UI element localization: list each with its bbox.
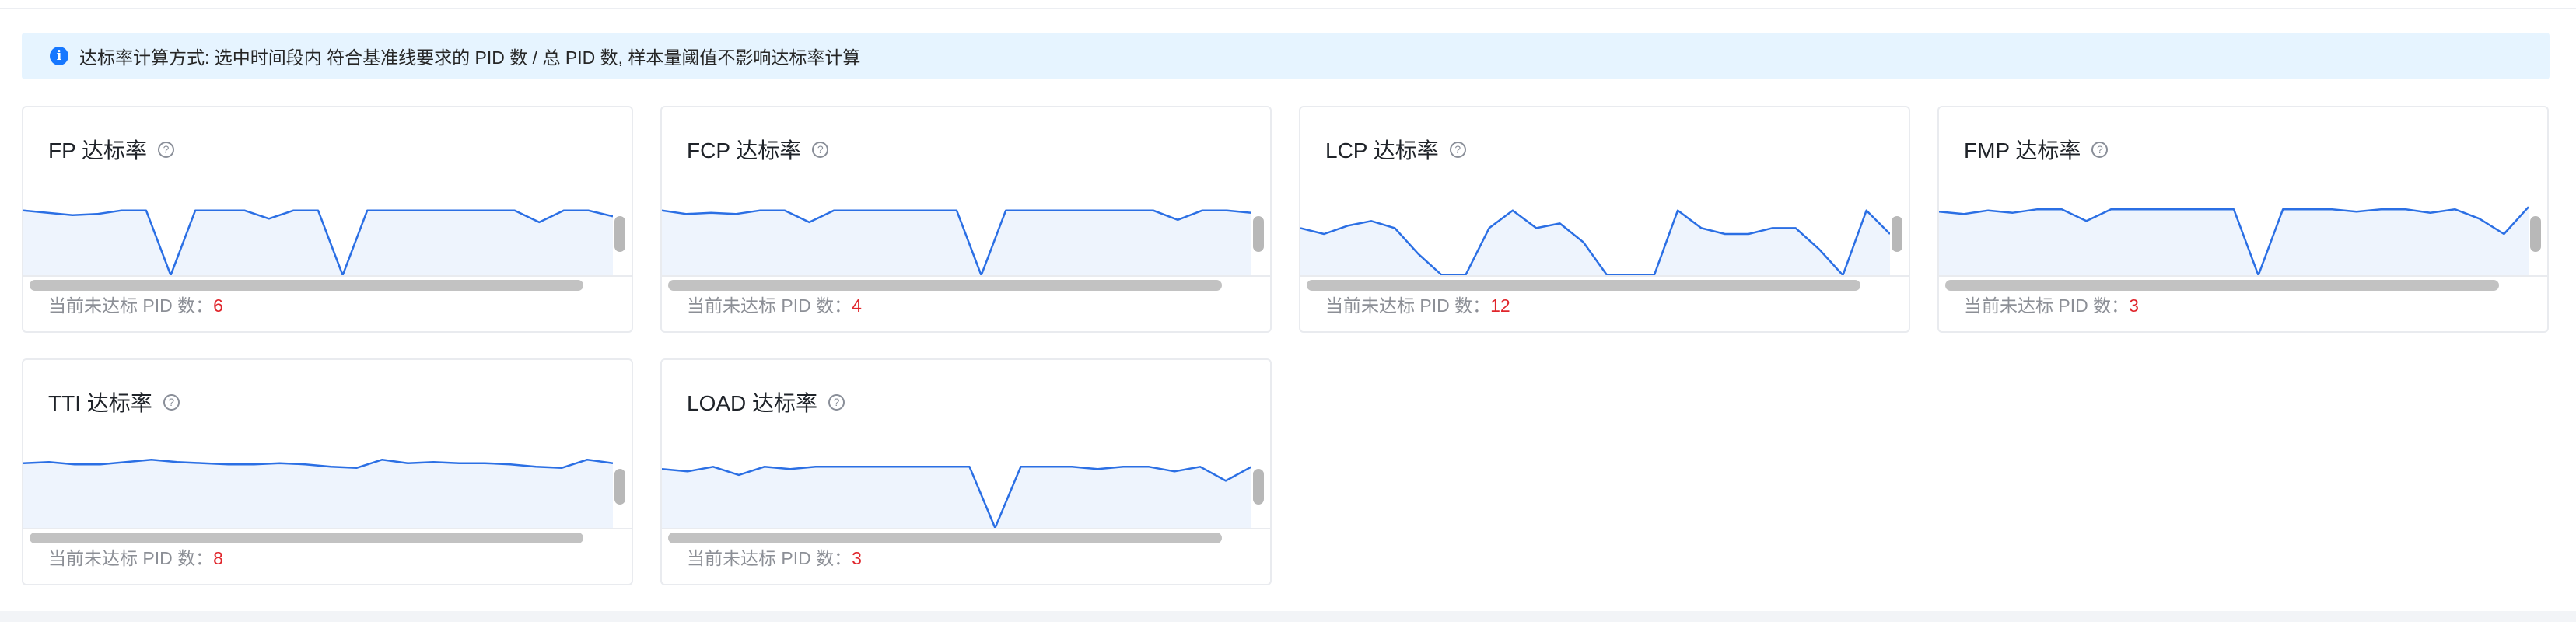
sparkline-area (662, 210, 1251, 275)
card-footer: 当前未达标 PID 数：4 (687, 291, 862, 317)
vertical-scrollbar[interactable] (2530, 216, 2541, 252)
info-banner: i 达标率计算方式: 选中时间段内 符合基准线要求的 PID 数 / 总 PID… (22, 33, 2550, 79)
card-title: FP 达标率 ? (48, 134, 175, 165)
card-title: LOAD 达标率 ? (687, 386, 845, 418)
unmet-pid-count: 6 (213, 295, 223, 316)
sparkline-area (23, 210, 613, 275)
vertical-scrollbar[interactable] (1253, 469, 1264, 505)
sparkline-area (23, 460, 613, 528)
metric-card-load: LOAD 达标率 ? 当前未达标 PID 数：3 (660, 358, 1272, 585)
card-title-text: LCP 达标率 (1325, 138, 1439, 162)
help-icon[interactable]: ? (158, 141, 175, 158)
vertical-scrollbar[interactable] (614, 216, 625, 252)
footer-label: 当前未达标 PID 数： (687, 295, 852, 316)
help-icon[interactable]: ? (812, 141, 829, 158)
card-footer: 当前未达标 PID 数：8 (48, 543, 223, 570)
unmet-pid-count: 12 (1490, 295, 1510, 316)
sparkline-svg (662, 466, 1251, 528)
sparkline-svg (1300, 209, 1890, 275)
card-title: TTI 达标率 ? (48, 386, 180, 418)
metric-card-lcp: LCP 达标率 ? 当前未达标 PID 数：12 (1299, 106, 1910, 333)
footer-label: 当前未达标 PID 数： (48, 548, 214, 568)
top-divider (0, 8, 2576, 9)
horizontal-scrollbar[interactable] (668, 533, 1222, 543)
card-title: FMP 达标率 ? (1964, 134, 2109, 165)
footer-label: 当前未达标 PID 数： (687, 548, 852, 568)
unmet-pid-count: 4 (852, 295, 862, 316)
sparkline-area (662, 466, 1251, 528)
sparkline-chart (662, 446, 1270, 529)
sparkline-svg (23, 209, 613, 275)
sparkline-chart (1939, 193, 2547, 277)
vertical-scrollbar[interactable] (614, 469, 625, 505)
unmet-pid-count: 3 (2129, 295, 2139, 316)
sparkline-svg (1939, 206, 2529, 275)
metric-card-fmp: FMP 达标率 ? 当前未达标 PID 数：3 (1937, 106, 2549, 333)
help-icon[interactable]: ? (163, 393, 180, 411)
card-title-text: FP 达标率 (48, 138, 148, 162)
card-footer: 当前未达标 PID 数：3 (1964, 291, 2139, 317)
card-footer: 当前未达标 PID 数：3 (687, 543, 862, 570)
sparkline-chart (662, 193, 1270, 277)
sparkline-chart (1300, 193, 1909, 277)
unmet-pid-count: 8 (213, 548, 223, 568)
sparkline-area (1939, 207, 2529, 275)
footer-label: 当前未达标 PID 数： (1964, 295, 2130, 316)
sparkline-svg (23, 458, 613, 528)
horizontal-scrollbar[interactable] (668, 280, 1222, 291)
sparkline-chart (23, 446, 632, 529)
bottom-band (0, 611, 2576, 622)
footer-label: 当前未达标 PID 数： (1325, 295, 1491, 316)
banner-text: 达标率计算方式: 选中时间段内 符合基准线要求的 PID 数 / 总 PID 数… (79, 47, 861, 68)
horizontal-scrollbar[interactable] (30, 280, 583, 291)
footer-label: 当前未达标 PID 数： (48, 295, 214, 316)
horizontal-scrollbar[interactable] (1945, 280, 2499, 291)
unmet-pid-count: 3 (852, 548, 862, 568)
card-title-text: LOAD 达标率 (687, 391, 818, 415)
help-icon[interactable]: ? (1449, 141, 1466, 158)
card-footer: 当前未达标 PID 数：12 (1325, 291, 1510, 317)
card-title: FCP 达标率 ? (687, 134, 829, 165)
sparkline-chart (23, 193, 632, 277)
info-icon: i (50, 47, 68, 65)
card-title: LCP 达标率 ? (1325, 134, 1466, 165)
vertical-scrollbar[interactable] (1253, 216, 1264, 252)
help-icon[interactable]: ? (2091, 141, 2109, 158)
help-icon[interactable]: ? (828, 393, 845, 411)
sparkline-area (1300, 210, 1890, 275)
vertical-scrollbar[interactable] (1892, 216, 1902, 252)
card-title-text: FMP 达标率 (1964, 138, 2081, 162)
horizontal-scrollbar[interactable] (1307, 280, 1860, 291)
card-title-text: FCP 达标率 (687, 138, 802, 162)
sparkline-svg (662, 209, 1251, 275)
metric-card-fcp: FCP 达标率 ? 当前未达标 PID 数：4 (660, 106, 1272, 333)
metric-card-tti: TTI 达标率 ? 当前未达标 PID 数：8 (22, 358, 633, 585)
horizontal-scrollbar[interactable] (30, 533, 583, 543)
card-title-text: TTI 达标率 (48, 391, 152, 415)
card-footer: 当前未达标 PID 数：6 (48, 291, 223, 317)
metric-card-fp: FP 达标率 ? 当前未达标 PID 数：6 (22, 106, 633, 333)
